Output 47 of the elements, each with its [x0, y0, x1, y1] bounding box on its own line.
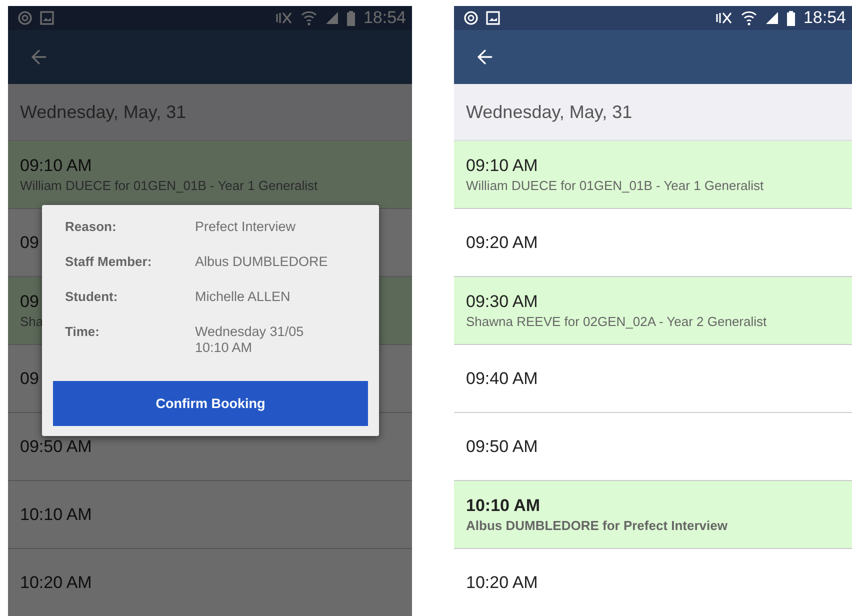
slot-detail: William DUECE for 01GEN_01B - Year 1 Generalist	[466, 178, 764, 193]
image-icon	[40, 11, 54, 25]
slot-time: 09:50 AM	[20, 436, 92, 456]
wifi-icon	[301, 10, 318, 26]
battery-icon	[787, 10, 796, 26]
slot-time: 09:40 AM	[466, 368, 538, 388]
date-header: Wednesday, May, 31	[8, 84, 412, 141]
slot-detail: Albus DUMBLEDORE for Prefect Interview	[466, 518, 728, 533]
field-value: Prefect Interview	[195, 219, 297, 235]
date-header: Wednesday, May, 31	[454, 84, 852, 141]
status-time: 18:54	[363, 8, 406, 28]
slot-time: 09:30 AM	[466, 292, 538, 312]
field-label: Time:	[65, 324, 100, 341]
field-label: Staff Member:	[65, 254, 153, 270]
signal-icon	[325, 11, 340, 25]
slot-time: 09	[20, 292, 39, 312]
slot-time: 10:20 AM	[20, 572, 92, 592]
wifi-icon	[741, 10, 758, 26]
slot-detail: Sha	[20, 314, 44, 329]
status-app-icon	[464, 11, 478, 25]
status-app-icon	[18, 11, 32, 25]
slot-time: 09:10 AM	[20, 156, 92, 176]
slot-time: 09	[20, 232, 39, 252]
field-value: Albus DUMBLEDORE	[195, 254, 329, 270]
slot-time: 09:10 AM	[466, 156, 538, 176]
slot-detail: Shawna REEVE for 02GEN_02A - Year 2 Generalist	[466, 314, 767, 329]
booked-slot[interactable]: 09:30 AM Shawna REEVE for 02GEN_02A - Year 2 Generalist	[454, 277, 852, 345]
slot-time: 09:50 AM	[466, 436, 538, 456]
field-value: Michelle ALLEN	[195, 289, 292, 305]
field-label: Student:	[65, 289, 119, 305]
slot-time: 10:10 AM	[466, 496, 540, 516]
slot-time: 09	[20, 368, 39, 388]
status-time: 18:54	[803, 8, 846, 28]
field-value: Wednesday 31/05 10:10 AM	[195, 324, 305, 356]
slot-time: 10:20 AM	[466, 572, 538, 592]
slot-detail: William DUECE for 01GEN_01B - Year 1 Generalist	[20, 178, 318, 193]
confirm-booking-button[interactable]: Confirm Booking	[53, 381, 368, 426]
mute-icon	[715, 11, 734, 25]
slot-time: 09:20 AM	[466, 232, 538, 252]
signal-icon	[765, 11, 780, 25]
battery-icon	[347, 10, 356, 26]
booked-slot[interactable]: 10:10 AM Albus DUMBLEDORE for Prefect Interview	[454, 481, 852, 549]
slot-time: 10:10 AM	[20, 504, 92, 524]
image-icon	[486, 11, 500, 25]
field-label: Reason:	[65, 219, 118, 235]
booked-slot[interactable]: 09:10 AM William DUECE for 01GEN_01B - Year 1 Generalist	[454, 141, 852, 209]
mute-icon	[275, 11, 294, 25]
